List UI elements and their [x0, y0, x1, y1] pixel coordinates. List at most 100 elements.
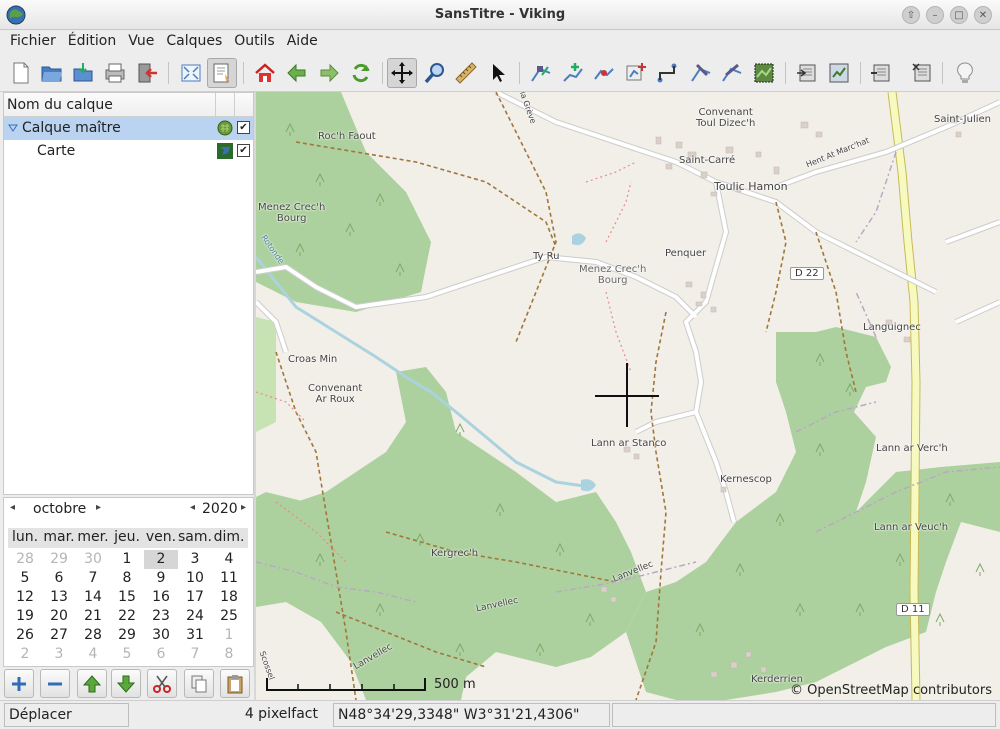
export-icon[interactable]: [824, 58, 854, 88]
move-up-button[interactable]: [77, 669, 107, 698]
calendar-day[interactable]: 1: [212, 626, 246, 645]
layer-visible-checkbox[interactable]: ✔: [237, 121, 250, 134]
calendar-day[interactable]: 2: [8, 645, 42, 664]
calendar-day[interactable]: 8: [212, 645, 246, 664]
edit-waypoint-icon[interactable]: [589, 58, 619, 88]
back-icon[interactable]: [282, 58, 312, 88]
exit-icon[interactable]: [132, 58, 162, 88]
paste-layer-button[interactable]: [220, 669, 250, 698]
calendar-day[interactable]: 30: [144, 626, 178, 645]
layer-name-column[interactable]: Nom du calque: [4, 93, 216, 116]
calendar-day[interactable]: 3: [178, 550, 212, 569]
shade-button[interactable]: ⇧: [902, 6, 920, 24]
prev-year-button[interactable]: ◂: [190, 502, 195, 513]
select-icon[interactable]: [483, 58, 513, 88]
calendar-day[interactable]: 5: [8, 569, 42, 588]
calendar-day[interactable]: 27: [42, 626, 76, 645]
layer-icon-column[interactable]: [216, 93, 235, 116]
calendar-day[interactable]: 18: [212, 588, 246, 607]
edit-trackpoint-icon[interactable]: [526, 58, 556, 88]
properties-icon[interactable]: [866, 58, 896, 88]
pan-icon[interactable]: [387, 58, 417, 88]
next-year-button[interactable]: ▸: [241, 502, 246, 513]
minimize-button[interactable]: –: [926, 6, 944, 24]
calendar-day[interactable]: 28: [8, 550, 42, 569]
create-route-icon[interactable]: [558, 58, 588, 88]
calendar-day-selected[interactable]: 2: [144, 550, 178, 569]
home-icon[interactable]: [250, 58, 280, 88]
calendar-day[interactable]: 30: [76, 550, 110, 569]
calendar-day[interactable]: 3: [42, 645, 76, 664]
calendar-day[interactable]: 26: [8, 626, 42, 645]
add-layer-button[interactable]: [4, 669, 34, 698]
layer-visible-column[interactable]: [235, 93, 253, 116]
calendar-day[interactable]: 23: [144, 607, 178, 626]
calendar-day[interactable]: 31: [178, 626, 212, 645]
calendar-day[interactable]: 12: [8, 588, 42, 607]
copy-layer-button[interactable]: [184, 669, 214, 698]
calendar-day[interactable]: 4: [212, 550, 246, 569]
calendar-day[interactable]: 15: [110, 588, 144, 607]
move-down-button[interactable]: [111, 669, 141, 698]
calendar-day[interactable]: 28: [76, 626, 110, 645]
new-icon[interactable]: [6, 58, 36, 88]
menu-vue[interactable]: Vue: [122, 30, 160, 54]
print-icon[interactable]: [100, 58, 130, 88]
maximize-button[interactable]: □: [950, 6, 968, 24]
map-viewport[interactable]: Roc'h Faout Convenant Toul Dizec'h Saint…: [256, 92, 1000, 700]
tip-icon[interactable]: [950, 58, 980, 88]
layers-panel-icon[interactable]: [207, 58, 237, 88]
calendar-day[interactable]: 16: [144, 588, 178, 607]
remove-layer-button[interactable]: [40, 669, 70, 698]
calendar-day[interactable]: 5: [110, 645, 144, 664]
calendar-day[interactable]: 19: [8, 607, 42, 626]
menu-fichier[interactable]: Fichier: [4, 30, 62, 54]
calendar-day[interactable]: 4: [76, 645, 110, 664]
refresh-icon[interactable]: [346, 58, 376, 88]
menu-aide[interactable]: Aide: [281, 30, 324, 54]
prev-month-button[interactable]: ◂: [10, 502, 15, 513]
calendar-day[interactable]: 22: [110, 607, 144, 626]
calendar-day[interactable]: 6: [144, 645, 178, 664]
calendar-day[interactable]: 25: [212, 607, 246, 626]
save-icon[interactable]: [68, 58, 98, 88]
calendar-day[interactable]: 7: [178, 645, 212, 664]
menu-calques[interactable]: Calques: [160, 30, 228, 54]
cut-layer-button[interactable]: [147, 669, 177, 698]
next-month-button[interactable]: ▸: [96, 502, 101, 513]
layer-visible-checkbox[interactable]: ✔: [237, 144, 250, 157]
forward-icon[interactable]: [314, 58, 344, 88]
expander-down-icon[interactable]: [8, 123, 18, 133]
route-finder-icon[interactable]: [652, 58, 682, 88]
calendar-day[interactable]: 17: [178, 588, 212, 607]
calendar-day[interactable]: 29: [110, 626, 144, 645]
upload-icon[interactable]: [717, 58, 747, 88]
zoom-icon[interactable]: [420, 58, 450, 88]
calendar-day[interactable]: 24: [178, 607, 212, 626]
map-download-icon[interactable]: [749, 58, 779, 88]
calendar-day[interactable]: 13: [42, 588, 76, 607]
calendar-day[interactable]: 1: [110, 550, 144, 569]
open-icon[interactable]: [37, 58, 67, 88]
filter-icon[interactable]: [907, 58, 937, 88]
import-icon[interactable]: [792, 58, 822, 88]
menu-outils[interactable]: Outils: [228, 30, 280, 54]
calendar-day[interactable]: 14: [76, 588, 110, 607]
close-button[interactable]: ✕: [974, 6, 992, 24]
layer-row-master[interactable]: Calque maître ✔: [4, 117, 253, 140]
menu-edition[interactable]: Édition: [62, 30, 122, 54]
calendar-day[interactable]: 11: [212, 569, 246, 588]
calendar-day[interactable]: 21: [76, 607, 110, 626]
calendar-day[interactable]: 8: [110, 569, 144, 588]
ruler-icon[interactable]: [451, 58, 481, 88]
create-waypoint-icon[interactable]: [621, 58, 651, 88]
calendar-day[interactable]: 7: [76, 569, 110, 588]
calendar-day[interactable]: 29: [42, 550, 76, 569]
calendar-day[interactable]: 20: [42, 607, 76, 626]
calendar-day[interactable]: 10: [178, 569, 212, 588]
fullscreen-icon[interactable]: [176, 58, 206, 88]
download-icon[interactable]: [686, 58, 716, 88]
layer-row-map[interactable]: Carte ✔: [4, 140, 253, 163]
calendar-day[interactable]: 6: [42, 569, 76, 588]
calendar-day[interactable]: 9: [144, 569, 178, 588]
